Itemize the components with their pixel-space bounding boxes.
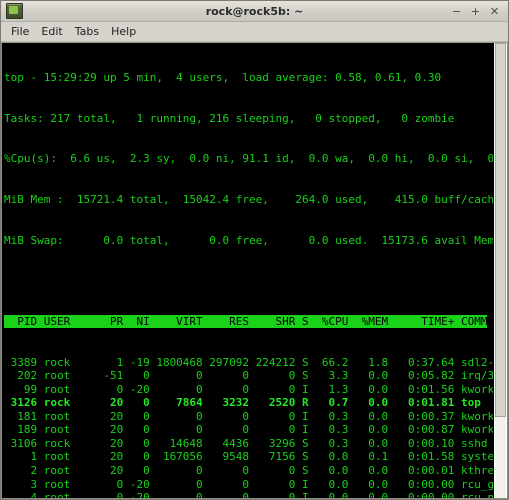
terminal-window: rock@rock5b: ~ − + ✕ File Edit Tabs Help… [0, 0, 509, 500]
process-row: 189 root 20 0 0 0 0 I 0.3 0.0 0:00.87 kw… [17, 423, 493, 437]
top-mem-line: MiB Mem : 15721.4 total, 15042.4 free, 2… [4, 193, 493, 207]
terminal-area: top - 15:29:29 up 5 min, 4 users, load a… [1, 42, 508, 499]
top-uptime-line: top - 15:29:29 up 5 min, 4 users, load a… [4, 71, 442, 85]
menu-item-file[interactable]: File [5, 24, 35, 39]
menu-bar: File Edit Tabs Help [1, 22, 508, 42]
terminal-screen[interactable]: top - 15:29:29 up 5 min, 4 users, load a… [2, 43, 493, 498]
process-row: 2 root 20 0 0 0 0 S 0.0 0.0 0:00.01 kthr… [4, 463, 493, 477]
process-table-rows: 3389 rock 1 -19 1800468 297092 224212 S … [4, 356, 493, 498]
maximize-button[interactable]: + [470, 6, 481, 17]
top-tasks-line: Tasks: 217 total, 1 running, 216 sleepin… [4, 111, 455, 125]
menu-item-edit[interactable]: Edit [35, 24, 68, 39]
terminal-icon [6, 3, 23, 19]
top-cpu-line: %Cpu(s): 6.6 us, 2.3 sy, 0.0 ni, 91.1 id… [4, 152, 493, 166]
process-row: 1 root 20 0 167056 9548 7156 S 0.0 0.1 0… [4, 450, 493, 464]
scrollbar-track[interactable] [495, 417, 506, 498]
menu-item-help[interactable]: Help [105, 24, 142, 39]
process-row: 181 root 20 0 0 0 0 I 0.3 0.0 0:00.37 kw… [17, 409, 493, 423]
window-title: rock@rock5b: ~ [205, 4, 304, 18]
scrollbar-thumb[interactable] [495, 43, 506, 417]
process-row: 202 root -51 0 0 0 0 S 3.3 0.0 0:05.82 i… [17, 369, 493, 383]
process-row: 4 root 0 -20 0 0 0 I 0.0 0.0 0:00.00 rcu… [4, 491, 493, 498]
menu-item-tabs[interactable]: Tabs [69, 24, 105, 39]
top-swap-line: MiB Swap: 0.0 total, 0.0 free, 0.0 used.… [4, 233, 493, 247]
process-row: 3389 rock 1 -19 1800468 297092 224212 S … [4, 355, 493, 369]
close-button[interactable]: ✕ [489, 6, 500, 17]
process-row: 3126 rock 20 0 7864 3232 2520 R 0.7 0.0 … [4, 396, 481, 410]
process-table-header: PID USER PR NI VIRT RES SHR S %CPU %MEM … [4, 314, 493, 329]
process-row: 99 root 0 -20 0 0 0 I 1.3 0.0 0:01.56 kw… [23, 382, 493, 396]
terminal-scrollbar[interactable] [493, 43, 507, 498]
minimize-button[interactable]: − [451, 6, 462, 17]
title-bar[interactable]: rock@rock5b: ~ − + ✕ [1, 1, 508, 22]
process-row: 3106 rock 20 0 14648 4436 3296 S 0.3 0.0… [4, 436, 488, 450]
process-row: 3 root 0 -20 0 0 0 I 0.0 0.0 0:00.00 rcu… [4, 477, 493, 491]
window-controls: − + ✕ [451, 6, 503, 17]
